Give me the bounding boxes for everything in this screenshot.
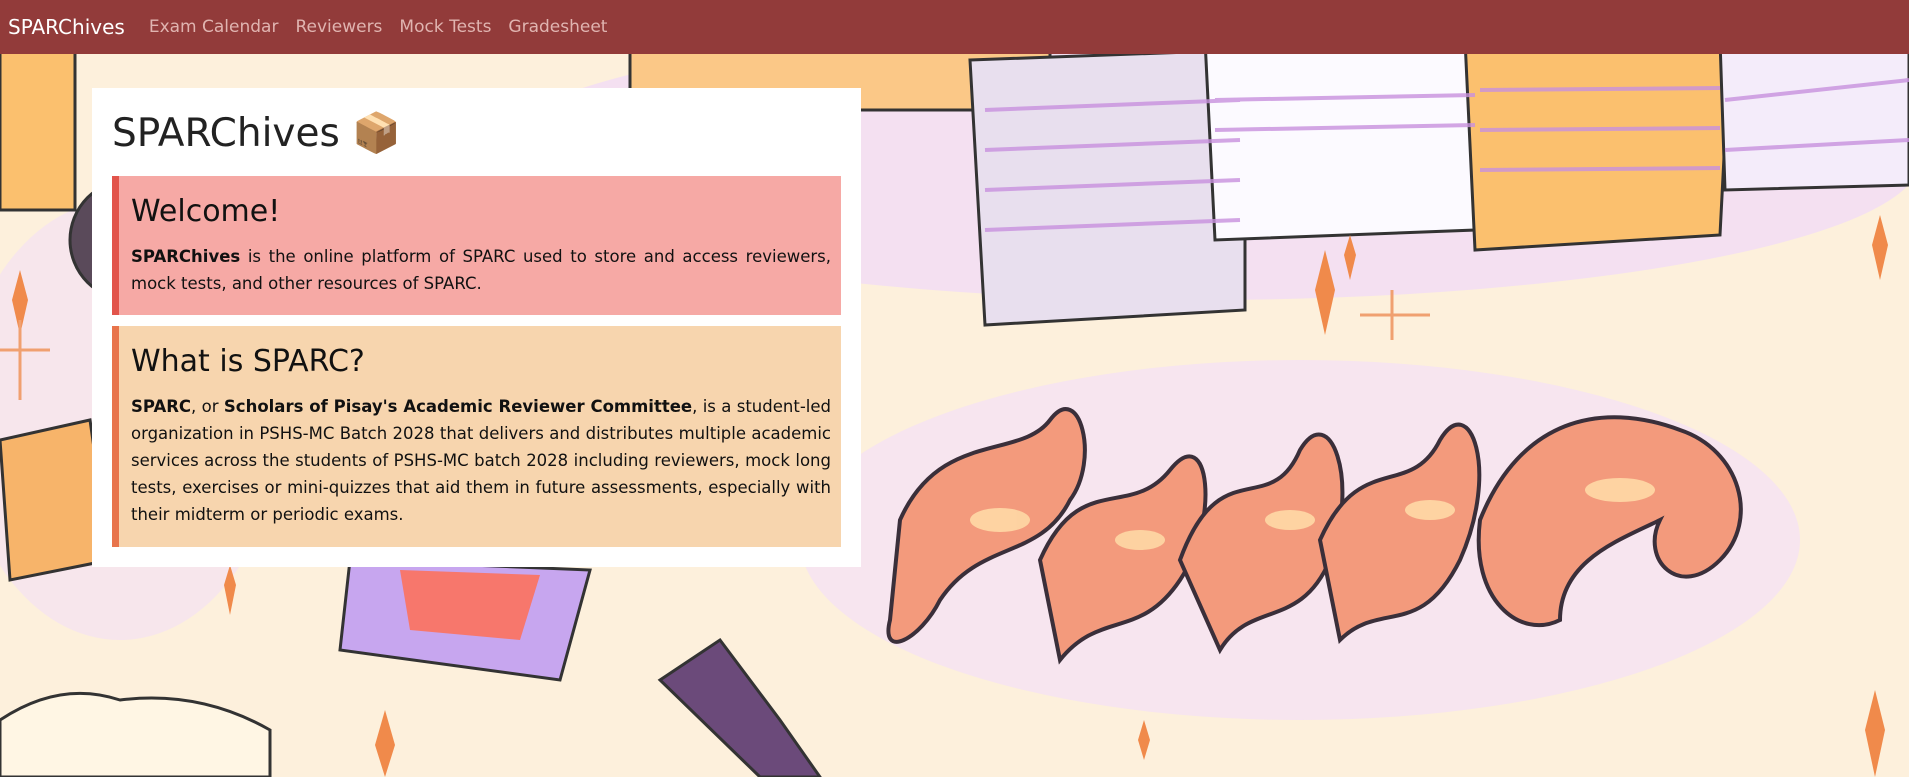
- welcome-text: SPARChives is the online platform of SPA…: [131, 243, 831, 297]
- brand-link[interactable]: SPARChives: [8, 15, 125, 39]
- welcome-section: Welcome! SPARChives is the online platfo…: [112, 176, 841, 315]
- page-title: SPARChives 📦: [112, 111, 401, 156]
- about-section: What is SPARC? SPARC, or Scholars of Pis…: [112, 326, 841, 547]
- about-bold-fullname: Scholars of Pisay's Academic Reviewer Co…: [223, 397, 693, 416]
- nav-reviewers[interactable]: Reviewers: [295, 17, 382, 37]
- nav-mock-tests[interactable]: Mock Tests: [399, 17, 491, 37]
- welcome-bold-name: SPARChives: [131, 247, 241, 266]
- about-text-part2: , is a student-led organization in PSHS-…: [131, 397, 831, 524]
- nav-exam-calendar[interactable]: Exam Calendar: [149, 17, 279, 37]
- about-text-part1: , or: [191, 397, 224, 416]
- main-card: SPARChives 📦 Welcome! SPARChives is the …: [92, 88, 861, 567]
- about-heading: What is SPARC?: [131, 344, 365, 379]
- welcome-heading: Welcome!: [131, 194, 281, 229]
- about-bold-sparc: SPARC: [131, 397, 192, 416]
- top-navbar: SPARChives Exam Calendar Reviewers Mock …: [0, 0, 1909, 54]
- about-text: SPARC, or Scholars of Pisay's Academic R…: [131, 393, 831, 528]
- nav-gradesheet[interactable]: Gradesheet: [508, 17, 607, 37]
